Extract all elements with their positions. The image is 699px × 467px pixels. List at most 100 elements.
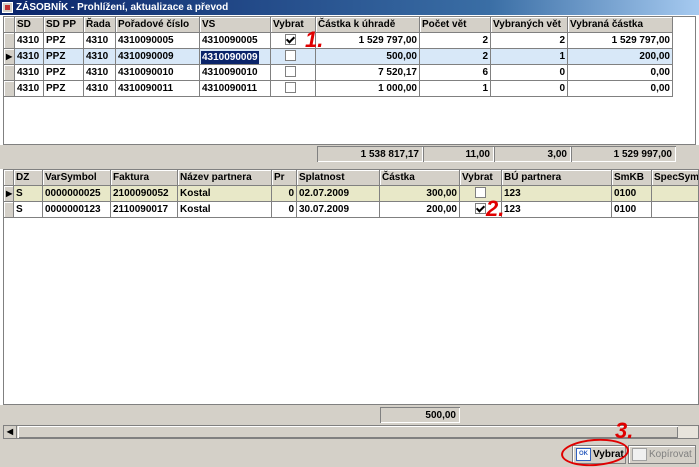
col-header-sd[interactable]: SD — [15, 17, 44, 33]
cell-pr[interactable]: 0 — [272, 186, 297, 202]
cell-vybranych-vet[interactable]: 1 — [491, 49, 568, 65]
cell-specsym[interactable] — [652, 202, 698, 218]
col-header-specsym[interactable]: SpecSym — [652, 170, 698, 186]
cell-vybranych-vet[interactable]: 0 — [491, 81, 568, 97]
cell-sd[interactable]: 4310 — [15, 49, 44, 65]
col-header-vs[interactable]: VS — [200, 17, 271, 33]
batch-grid[interactable]: SD SD PP Řada Pořadové číslo VS Vybrat Č… — [3, 16, 696, 145]
col-header-varsymbol[interactable]: VarSymbol — [43, 170, 111, 186]
cell-rada[interactable]: 4310 — [84, 33, 116, 49]
cell-dz[interactable]: S — [14, 186, 43, 202]
table-row[interactable]: ▶ S 0000000025 2100090052 Kostal 0 02.07… — [4, 186, 698, 202]
scroll-left-icon[interactable]: ◀ — [4, 426, 17, 438]
cell-poradove-cislo[interactable]: 4310090005 — [116, 33, 200, 49]
cell-vybrana-castka[interactable]: 0,00 — [568, 65, 673, 81]
cell-vybrana-castka[interactable]: 0,00 — [568, 81, 673, 97]
cell-bu-partnera[interactable]: 123 — [502, 186, 612, 202]
cell-pocet-vet[interactable]: 2 — [420, 33, 491, 49]
col-header-nazev-partnera[interactable]: Název partnera — [178, 170, 272, 186]
cell-faktura[interactable]: 2100090052 — [111, 186, 178, 202]
cell-sd[interactable]: 4310 — [15, 81, 44, 97]
select-checkbox[interactable] — [475, 202, 486, 214]
cell-sd[interactable]: 4310 — [15, 65, 44, 81]
col-header-rada[interactable]: Řada — [84, 17, 116, 33]
cell-vybranych-vet[interactable]: 2 — [491, 33, 568, 49]
cell-vybrana-castka[interactable]: 1 529 797,00 — [568, 33, 673, 49]
cell-poradove-cislo[interactable]: 4310090010 — [116, 65, 200, 81]
select-checkbox[interactable] — [285, 81, 296, 93]
cell-smkb[interactable]: 0100 — [612, 202, 652, 218]
col-header-sd-pp[interactable]: SD PP — [44, 17, 84, 33]
cell-vs[interactable]: 4310090009 — [200, 49, 271, 65]
cell-castka[interactable]: 300,00 — [380, 186, 460, 202]
col-header-castka-k-uhrade[interactable]: Částka k úhradě — [316, 17, 420, 33]
col-header-poradove-cislo[interactable]: Pořadové číslo — [116, 17, 200, 33]
cell-pocet-vet[interactable]: 1 — [420, 81, 491, 97]
cell-nazev-partnera[interactable]: Kostal — [178, 202, 272, 218]
cell-specsym[interactable] — [652, 186, 698, 202]
cell-rada[interactable]: 4310 — [84, 49, 116, 65]
col-header-vybrat[interactable]: Vybrat — [460, 170, 502, 186]
row-indicator[interactable] — [4, 65, 15, 81]
cell-splatnost[interactable]: 30.07.2009 — [297, 202, 380, 218]
cell-pr[interactable]: 0 — [272, 202, 297, 218]
col-header-smkb[interactable]: SmKB — [612, 170, 652, 186]
table-row[interactable]: 4310 PPZ 4310 4310090011 4310090011 1 00… — [4, 81, 673, 97]
cell-sd-pp[interactable]: PPZ — [44, 33, 84, 49]
cell-rada[interactable]: 4310 — [84, 81, 116, 97]
cell-splatnost[interactable]: 02.07.2009 — [297, 186, 380, 202]
col-header-dz[interactable]: DZ — [14, 170, 43, 186]
select-checkbox[interactable] — [285, 49, 296, 61]
cell-rada[interactable]: 4310 — [84, 65, 116, 81]
cell-pocet-vet[interactable]: 6 — [420, 65, 491, 81]
select-checkbox[interactable] — [285, 65, 296, 77]
table-row[interactable]: ▶ 4310 PPZ 4310 4310090009 4310090009 50… — [4, 49, 673, 65]
row-indicator[interactable] — [4, 33, 15, 49]
row-indicator[interactable] — [4, 81, 15, 97]
col-header-splatnost[interactable]: Splatnost — [297, 170, 380, 186]
cell-sd-pp[interactable]: PPZ — [44, 65, 84, 81]
cell-castka[interactable]: 1 529 797,00 — [316, 33, 420, 49]
col-header-faktura[interactable]: Faktura — [111, 170, 178, 186]
row-indicator[interactable]: ▶ — [4, 49, 15, 65]
cell-vybranych-vet[interactable]: 0 — [491, 65, 568, 81]
cell-faktura[interactable]: 2110090017 — [111, 202, 178, 218]
cell-castka[interactable]: 1 000,00 — [316, 81, 420, 97]
cell-sd-pp[interactable]: PPZ — [44, 81, 84, 97]
cell-poradove-cislo[interactable]: 4310090011 — [116, 81, 200, 97]
cell-pocet-vet[interactable]: 2 — [420, 49, 491, 65]
cell-vs[interactable]: 4310090011 — [200, 81, 271, 97]
col-header-castka[interactable]: Částka — [380, 170, 460, 186]
cell-vybrat[interactable] — [271, 81, 316, 97]
select-checkbox[interactable] — [285, 33, 296, 45]
invoice-grid[interactable]: DZ VarSymbol Faktura Název partnera Pr S… — [3, 169, 699, 405]
col-header-vybranych-vet[interactable]: Vybraných vět — [491, 17, 568, 33]
cell-smkb[interactable]: 0100 — [612, 186, 652, 202]
cell-vs-highlighted[interactable]: 4310090009 — [201, 51, 259, 64]
col-header-bu-partnera[interactable]: BÚ partnera — [502, 170, 612, 186]
cell-vybrat[interactable] — [271, 65, 316, 81]
cell-castka[interactable]: 7 520,17 — [316, 65, 420, 81]
cell-castka[interactable]: 500,00 — [316, 49, 420, 65]
cell-vs[interactable]: 4310090005 — [200, 33, 271, 49]
row-indicator[interactable] — [4, 202, 14, 218]
cell-varsymbol[interactable]: 0000000123 — [43, 202, 111, 218]
table-row[interactable]: 4310 PPZ 4310 4310090010 4310090010 7 52… — [4, 65, 673, 81]
cell-poradove-cislo[interactable]: 4310090009 — [116, 49, 200, 65]
cell-bu-partnera[interactable]: 123 — [502, 202, 612, 218]
select-checkbox[interactable] — [475, 186, 486, 198]
row-indicator[interactable]: ▶ — [4, 186, 14, 202]
table-row[interactable]: S 0000000123 2110090017 Kostal 0 30.07.2… — [4, 202, 698, 218]
cell-varsymbol[interactable]: 0000000025 — [43, 186, 111, 202]
col-header-vybrana-castka[interactable]: Vybraná částka — [568, 17, 673, 33]
cell-vs[interactable]: 4310090010 — [200, 65, 271, 81]
cell-sd[interactable]: 4310 — [15, 33, 44, 49]
scrollbar-thumb[interactable] — [18, 426, 678, 438]
horizontal-scrollbar[interactable]: ◀ — [3, 425, 699, 439]
cell-nazev-partnera[interactable]: Kostal — [178, 186, 272, 202]
cell-vybrana-castka[interactable]: 200,00 — [568, 49, 673, 65]
col-header-pocet-vet[interactable]: Počet vět — [420, 17, 491, 33]
cell-castka[interactable]: 200,00 — [380, 202, 460, 218]
cell-sd-pp[interactable]: PPZ — [44, 49, 84, 65]
col-header-pr[interactable]: Pr — [272, 170, 297, 186]
